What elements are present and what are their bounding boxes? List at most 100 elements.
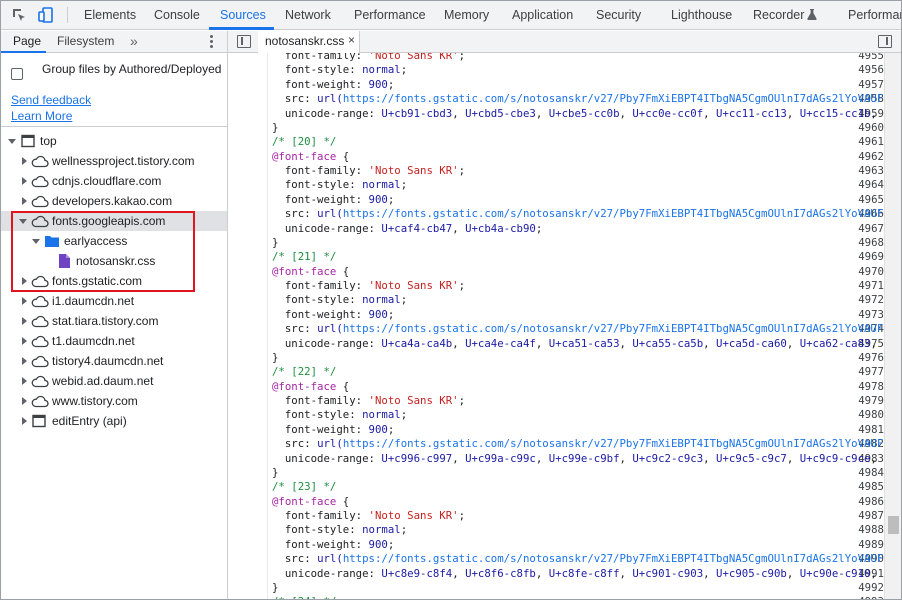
tab-performance[interactable]: Performance: [354, 0, 426, 30]
expand-arrow-icon[interactable]: [22, 177, 27, 185]
tree-item-domain[interactable]: tistory4.daumcdn.net: [0, 351, 227, 371]
code-line[interactable]: 4976}: [228, 351, 884, 365]
code-line[interactable]: 4968}: [228, 236, 884, 250]
code-line[interactable]: 4959 unicode-range: U+cb91-cbd3, U+cbd5-…: [228, 107, 884, 121]
code-line[interactable]: 4972 font-style: normal;: [228, 293, 884, 307]
code-line[interactable]: 4957 font-weight: 900;: [228, 78, 884, 92]
toggle-navigator-icon[interactable]: [237, 35, 251, 48]
line-number[interactable]: 4976: [846, 351, 884, 365]
code-line[interactable]: 4993 /* [24] */: [228, 595, 884, 600]
expand-arrow-icon[interactable]: [22, 317, 27, 325]
tab-security[interactable]: Security: [596, 0, 641, 30]
tab-sources[interactable]: Sources: [220, 0, 266, 30]
line-number[interactable]: 4977: [846, 365, 884, 379]
code-line[interactable]: 4958 src: url(https://fonts.gstatic.com/…: [228, 92, 884, 106]
code-line[interactable]: 4962 @font-face {: [228, 150, 884, 164]
code-line[interactable]: 4992}: [228, 581, 884, 595]
expand-arrow-icon[interactable]: [22, 377, 27, 385]
more-options-icon[interactable]: [208, 34, 214, 50]
line-number[interactable]: 4988: [846, 523, 884, 537]
line-number[interactable]: 4980: [846, 408, 884, 422]
code-line[interactable]: 4964 font-style: normal;: [228, 178, 884, 192]
expand-arrow-icon[interactable]: [8, 139, 16, 144]
line-number[interactable]: 4981: [846, 423, 884, 437]
line-number[interactable]: 4987: [846, 509, 884, 523]
code-line[interactable]: 4971 font-family: 'Noto Sans KR';: [228, 279, 884, 293]
line-number[interactable]: 4985: [846, 480, 884, 494]
line-number[interactable]: 4986: [846, 495, 884, 509]
tree-item-domain[interactable]: wellnessproject.tistory.com: [0, 151, 227, 171]
close-tab-icon[interactable]: ×: [348, 33, 355, 47]
code-line[interactable]: 4990 src: url(https://fonts.gstatic.com/…: [228, 552, 884, 566]
line-number[interactable]: 4960: [846, 121, 884, 135]
code-line[interactable]: 4973 font-weight: 900;: [228, 308, 884, 322]
navigator-tab-filesystem[interactable]: Filesystem: [57, 31, 114, 53]
line-number[interactable]: 4973: [846, 308, 884, 322]
group-files-label[interactable]: Group files by Authored/Deployed: [42, 61, 222, 77]
code-line[interactable]: 4963 font-family: 'Noto Sans KR';: [228, 164, 884, 178]
expand-arrow-icon[interactable]: [22, 157, 27, 165]
code-line[interactable]: 4987 font-family: 'Noto Sans KR';: [228, 509, 884, 523]
code-line[interactable]: 4955 font-family: 'Noto Sans KR';: [228, 53, 884, 63]
vertical-scrollbar[interactable]: [884, 53, 902, 600]
editor-file-tab[interactable]: notosanskr.css ×: [258, 31, 360, 53]
line-number[interactable]: 4961: [846, 135, 884, 149]
code-line[interactable]: 4956 font-style: normal;: [228, 63, 884, 77]
tree-item-domain[interactable]: webid.ad.daum.net: [0, 371, 227, 391]
expand-arrow-icon[interactable]: [22, 397, 27, 405]
tab-network[interactable]: Network: [285, 0, 331, 30]
expand-arrow-icon[interactable]: [22, 197, 27, 205]
line-number[interactable]: 4957: [846, 78, 884, 92]
code-line[interactable]: 4979 font-family: 'Noto Sans KR';: [228, 394, 884, 408]
code-line[interactable]: 4988 font-style: normal;: [228, 523, 884, 537]
code-line[interactable]: 4975 unicode-range: U+ca4a-ca4b, U+ca4e-…: [228, 337, 884, 351]
line-number[interactable]: 4964: [846, 178, 884, 192]
inspect-element-icon[interactable]: [11, 7, 27, 23]
line-number[interactable]: 4965: [846, 193, 884, 207]
code-line[interactable]: 4960}: [228, 121, 884, 135]
code-line[interactable]: 4977 /* [22] */: [228, 365, 884, 379]
code-line[interactable]: 4983 unicode-range: U+c996-c997, U+c99a-…: [228, 452, 884, 466]
line-number[interactable]: 4993: [846, 595, 884, 600]
code-line[interactable]: 4966 src: url(https://fonts.gstatic.com/…: [228, 207, 884, 221]
line-number[interactable]: 4955: [846, 53, 884, 63]
code-line[interactable]: 4985 /* [23] */: [228, 480, 884, 494]
group-files-checkbox[interactable]: [11, 68, 23, 80]
code-line[interactable]: 4978 @font-face {: [228, 380, 884, 394]
code-line[interactable]: 4969 /* [21] */: [228, 250, 884, 264]
code-line[interactable]: 4981 font-weight: 900;: [228, 423, 884, 437]
tab-lighthouse[interactable]: Lighthouse: [671, 0, 732, 30]
tree-item-domain[interactable]: cdnjs.cloudflare.com: [0, 171, 227, 191]
line-number[interactable]: 4956: [846, 63, 884, 77]
device-toolbar-icon[interactable]: [38, 7, 54, 23]
code-line[interactable]: 4970 @font-face {: [228, 265, 884, 279]
navigator-tab-page[interactable]: Page: [13, 31, 41, 53]
tree-item-domain[interactable]: developers.kakao.com: [0, 191, 227, 211]
line-number[interactable]: 4992: [846, 581, 884, 595]
more-tabs-button[interactable]: »: [130, 31, 138, 53]
code-line[interactable]: 4989 font-weight: 900;: [228, 538, 884, 552]
tree-item-domain[interactable]: t1.daumcdn.net: [0, 331, 227, 351]
send-feedback-link[interactable]: Send feedback: [11, 93, 91, 107]
expand-arrow-icon[interactable]: [22, 417, 27, 425]
tree-item-domain[interactable]: stat.tiara.tistory.com: [0, 311, 227, 331]
expand-arrow-icon[interactable]: [22, 357, 27, 365]
tree-item-domain[interactable]: i1.daumcdn.net: [0, 291, 227, 311]
line-number[interactable]: 4984: [846, 466, 884, 480]
tree-item-frame[interactable]: editEntry (api): [0, 411, 227, 431]
learn-more-link[interactable]: Learn More: [11, 109, 72, 123]
line-number[interactable]: 4963: [846, 164, 884, 178]
tab-application[interactable]: Application: [512, 0, 573, 30]
code-line[interactable]: 4961 /* [20] */: [228, 135, 884, 149]
expand-arrow-icon[interactable]: [22, 297, 27, 305]
tree-item-domain[interactable]: www.tistory.com: [0, 391, 227, 411]
tab-elements[interactable]: Elements: [84, 0, 136, 30]
line-number[interactable]: 4979: [846, 394, 884, 408]
tab-console[interactable]: Console: [154, 0, 200, 30]
line-number[interactable]: 4970: [846, 265, 884, 279]
code-line[interactable]: 4980 font-style: normal;: [228, 408, 884, 422]
line-number[interactable]: 4978: [846, 380, 884, 394]
line-number[interactable]: 4969: [846, 250, 884, 264]
line-number[interactable]: 4967: [846, 222, 884, 236]
code-line[interactable]: 4984}: [228, 466, 884, 480]
